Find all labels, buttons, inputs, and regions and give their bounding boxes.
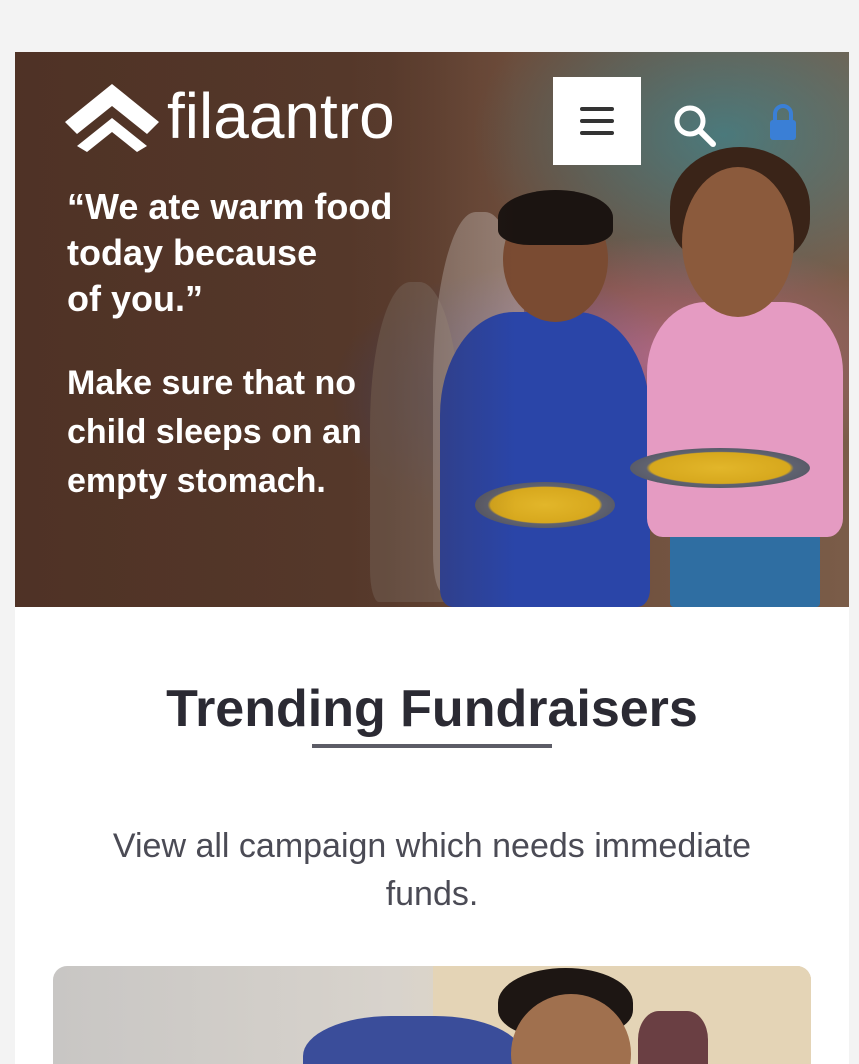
- logo-chevron-icon: [65, 84, 159, 152]
- section-subtitle: View all campaign which needs immediate …: [112, 827, 752, 913]
- menu-button[interactable]: [553, 77, 641, 165]
- title-underline: [312, 744, 552, 748]
- brand-name: filaantro: [167, 80, 395, 152]
- search-icon[interactable]: [671, 102, 717, 148]
- lock-icon[interactable]: [768, 104, 798, 140]
- hamburger-menu-icon: [580, 107, 614, 111]
- hero-quote: “We ate warm food today because of you.”: [67, 186, 393, 319]
- hero-banner: filaantro “We ate warm food today becaus…: [15, 52, 849, 607]
- section-title: Trending Fundraisers: [166, 680, 698, 738]
- hero-tagline: Make sure that no child sleeps on an emp…: [67, 364, 362, 500]
- fundraiser-card[interactable]: [53, 966, 811, 1064]
- card-photo-pillow: [638, 1011, 708, 1064]
- page-frame: filaantro “We ate warm food today becaus…: [15, 52, 849, 1064]
- brand-logo[interactable]: filaantro: [63, 80, 395, 152]
